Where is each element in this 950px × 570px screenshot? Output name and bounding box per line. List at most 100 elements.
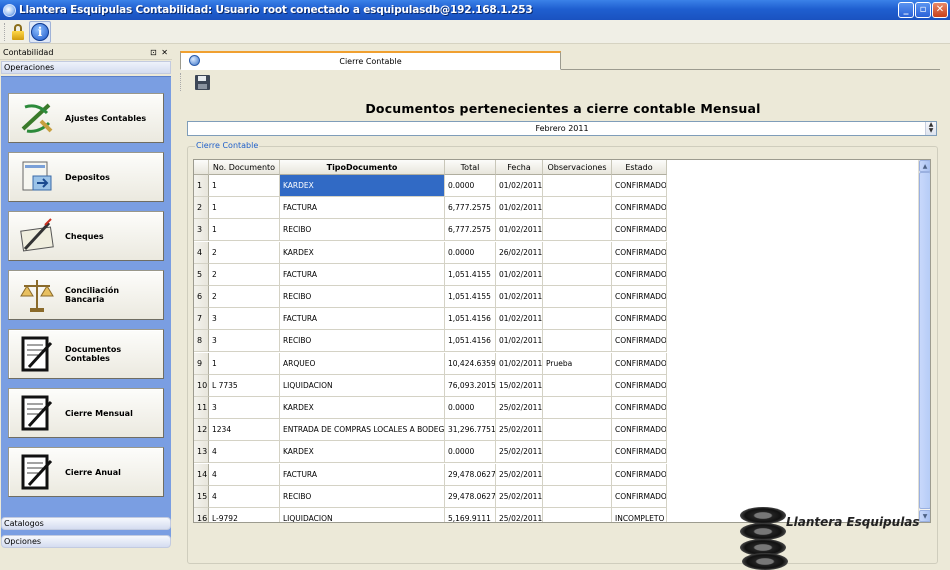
table-cell[interactable]: KARDEX — [280, 441, 445, 464]
table-cell[interactable]: CONFIRMADO — [612, 219, 667, 242]
table-cell[interactable]: 1,051.4155 — [445, 286, 496, 308]
table-row[interactable]: 6 2 RECIBO 1,051.4155 01/02/2011 CONFIRMADO — [194, 286, 919, 308]
row-header[interactable]: 10 — [194, 374, 209, 397]
section-operaciones[interactable]: Operaciones — [1, 61, 171, 74]
table-cell[interactable]: 25/02/2011 — [496, 463, 543, 486]
table-cell[interactable]: 1,051.4156 — [445, 308, 496, 331]
table-cell[interactable]: 4 — [209, 463, 280, 486]
row-header[interactable]: 12 — [194, 419, 209, 442]
table-cell[interactable]: 01/02/2011 — [496, 175, 543, 197]
table-cell[interactable]: FACTURA — [280, 308, 445, 331]
vertical-scrollbar[interactable]: ▲ ▼ — [918, 160, 930, 522]
table-cell[interactable]: 5,169.9111 — [445, 508, 496, 522]
table-row[interactable]: 8 3 RECIBO 1,051.4156 01/02/2011 CONFIRMADO — [194, 330, 919, 353]
table-cell[interactable] — [543, 419, 612, 442]
table-cell[interactable]: CONFIRMADO — [612, 374, 667, 397]
table-row[interactable]: 11 3 KARDEX 0.0000 25/02/2011 CONFIRMADO — [194, 397, 919, 419]
ajustes-contables-button[interactable]: Ajustes Contables — [8, 93, 164, 143]
table-cell[interactable]: 4 — [209, 441, 280, 464]
info-button[interactable]: i — [29, 20, 51, 43]
table-cell[interactable]: KARDEX — [280, 241, 445, 264]
table-cell[interactable]: FACTURA — [280, 197, 445, 220]
table-cell[interactable]: 2 — [209, 263, 280, 286]
lock-icon[interactable] — [11, 23, 25, 41]
table-row[interactable]: 13 4 KARDEX 0.0000 25/02/2011 CONFIRMADO — [194, 441, 919, 464]
table-row[interactable]: 5 2 FACTURA 1,051.4155 01/02/2011 CONFIRMADO — [194, 263, 919, 286]
table-cell[interactable]: 0.0000 — [445, 397, 496, 419]
table-cell[interactable]: CONFIRMADO — [612, 463, 667, 486]
table-cell[interactable]: ARQUEO — [280, 352, 445, 375]
table-cell[interactable]: CONFIRMADO — [612, 286, 667, 308]
cierre-mensual-button[interactable]: Cierre Mensual — [8, 388, 164, 438]
table-cell[interactable]: CONFIRMADO — [612, 419, 667, 442]
row-header[interactable]: 4 — [194, 241, 209, 264]
table-cell[interactable] — [543, 485, 612, 508]
table-cell[interactable]: 25/02/2011 — [496, 397, 543, 419]
table-cell[interactable]: 01/02/2011 — [496, 286, 543, 308]
table-cell[interactable]: 6,777.2575 — [445, 197, 496, 220]
table-cell[interactable] — [543, 441, 612, 464]
table-cell[interactable]: KARDEX — [280, 175, 445, 197]
column-header[interactable]: Total — [445, 160, 496, 175]
table-cell[interactable]: RECIBO — [280, 485, 445, 508]
tab-cierre-contable[interactable]: Cierre Contable — [180, 51, 561, 70]
sidebar-dock-controls[interactable]: ⊡ ✕ — [150, 48, 169, 57]
table-cell[interactable]: 29,478.0627 — [445, 463, 496, 486]
table-cell[interactable]: 10,424.6359 — [445, 352, 496, 375]
table-cell[interactable]: 1 — [209, 197, 280, 220]
depositos-button[interactable]: Depositos — [8, 152, 164, 202]
table-cell[interactable]: 01/02/2011 — [496, 330, 543, 353]
row-header[interactable]: 9 — [194, 352, 209, 375]
documentos-contables-button[interactable]: Documentos Contables — [8, 329, 164, 379]
table-cell[interactable]: 01/02/2011 — [496, 197, 543, 220]
column-header[interactable]: TipoDocumento — [280, 160, 445, 175]
row-header[interactable]: 3 — [194, 219, 209, 242]
table-cell[interactable]: 1 — [209, 175, 280, 197]
table-cell[interactable]: 1234 — [209, 419, 280, 442]
table-cell[interactable]: 1,051.4156 — [445, 330, 496, 353]
row-header[interactable]: 5 — [194, 263, 209, 286]
table-cell[interactable]: FACTURA — [280, 463, 445, 486]
table-row[interactable]: 3 1 RECIBO 6,777.2575 01/02/2011 CONFIRMADO — [194, 219, 919, 242]
row-header[interactable]: 16 — [194, 508, 209, 522]
column-header[interactable]: Observaciones — [543, 160, 612, 175]
column-header[interactable]: No. Documento — [209, 160, 280, 175]
table-cell[interactable]: CONFIRMADO — [612, 441, 667, 464]
table-cell[interactable]: CONFIRMADO — [612, 330, 667, 353]
table-cell[interactable]: L 7735 — [209, 374, 280, 397]
maximize-button[interactable]: ▫ — [915, 2, 931, 18]
table-cell[interactable]: KARDEX — [280, 397, 445, 419]
scroll-up-icon[interactable]: ▲ — [919, 160, 930, 172]
table-cell[interactable] — [543, 286, 612, 308]
table-cell[interactable]: 76,093.2015 — [445, 374, 496, 397]
table-cell[interactable] — [543, 219, 612, 242]
table-row[interactable]: 4 2 KARDEX 0.0000 26/02/2011 CONFIRMADO — [194, 241, 919, 264]
table-cell[interactable] — [543, 241, 612, 264]
table-cell[interactable]: 25/02/2011 — [496, 508, 543, 522]
month-spinbox[interactable]: Febrero 2011 ▲ ▼ — [187, 121, 937, 136]
table-cell[interactable]: 3 — [209, 308, 280, 331]
table-cell[interactable] — [543, 308, 612, 331]
table-cell[interactable]: INCOMPLETO — [612, 508, 667, 522]
table-cell[interactable]: 26/02/2011 — [496, 241, 543, 264]
table-cell[interactable]: 6,777.2575 — [445, 219, 496, 242]
row-header[interactable]: 1 — [194, 175, 209, 197]
row-header[interactable]: 14 — [194, 463, 209, 486]
row-header[interactable]: 11 — [194, 397, 209, 419]
table-row[interactable]: 7 3 FACTURA 1,051.4156 01/02/2011 CONFIRMADO — [194, 308, 919, 331]
table-cell[interactable]: 01/02/2011 — [496, 352, 543, 375]
table-cell[interactable]: 0.0000 — [445, 175, 496, 197]
table-cell[interactable]: 01/02/2011 — [496, 308, 543, 331]
table-cell[interactable] — [543, 463, 612, 486]
table-row[interactable]: 2 1 FACTURA 6,777.2575 01/02/2011 CONFIRMADO — [194, 197, 919, 220]
toolbar-grip[interactable] — [4, 22, 7, 41]
table-cell[interactable]: L-9792 — [209, 508, 280, 522]
table-cell[interactable]: 25/02/2011 — [496, 419, 543, 442]
table-cell[interactable]: FACTURA — [280, 263, 445, 286]
table-cell[interactable] — [543, 330, 612, 353]
table-cell[interactable]: 01/02/2011 — [496, 219, 543, 242]
row-header[interactable]: 6 — [194, 286, 209, 308]
cierre-anual-button[interactable]: Cierre Anual — [8, 447, 164, 497]
scroll-thumb[interactable] — [919, 172, 930, 509]
table-cell[interactable] — [543, 374, 612, 397]
